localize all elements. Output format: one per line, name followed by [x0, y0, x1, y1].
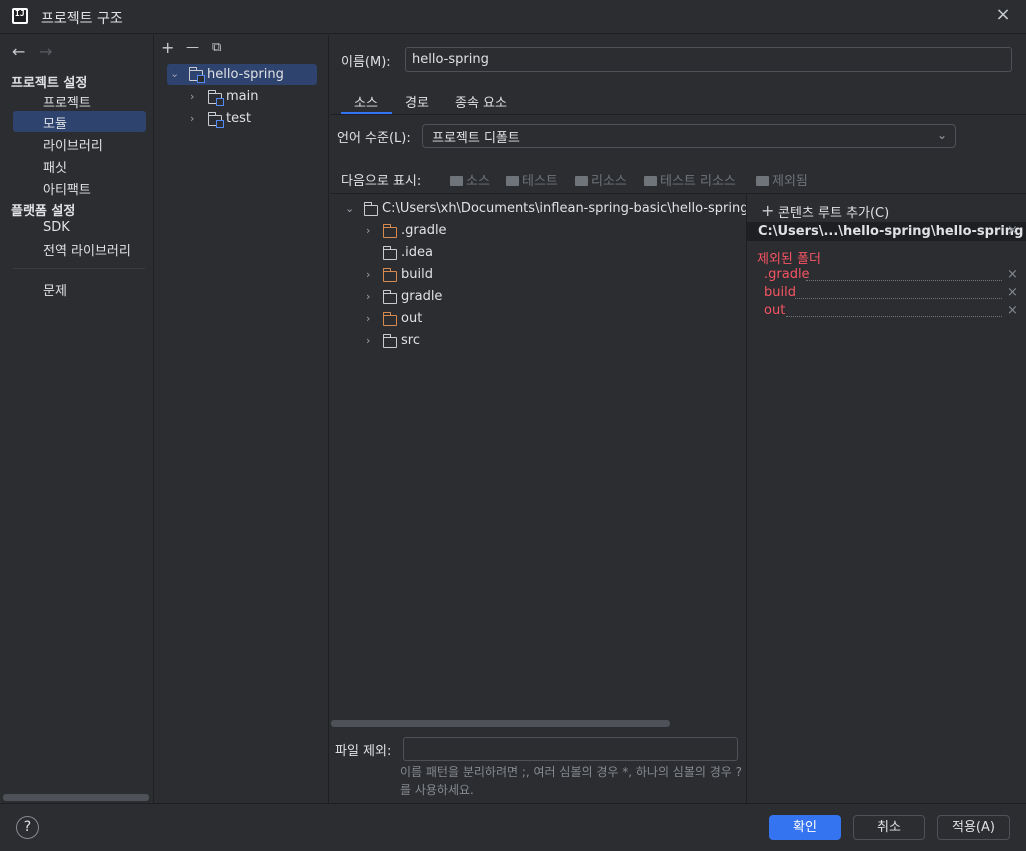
module-folder-icon — [188, 67, 205, 83]
tab-paths[interactable]: 경로 — [405, 92, 429, 111]
ok-button[interactable]: 확인 — [769, 815, 841, 840]
nav-item-global-libraries[interactable]: 전역 라이브러리 — [43, 240, 131, 259]
excluded-folder-item: .gradle — [764, 267, 810, 282]
mark-tests-button[interactable]: 테스트 — [506, 170, 558, 189]
window-title: 프로젝트 구조 — [41, 11, 123, 27]
remove-excluded-icon[interactable]: × — [1007, 267, 1018, 282]
folder-icon — [382, 246, 397, 260]
excluded-folders-title: 제외된 폴더 — [757, 252, 821, 267]
name-label: 이름(M): — [341, 55, 391, 70]
exclude-files-label: 파일 제외: — [335, 744, 392, 759]
nav-item-artifacts[interactable]: 아티팩트 — [43, 179, 91, 198]
copy-icon[interactable]: ⧉ — [212, 40, 221, 55]
folder-icon — [450, 176, 463, 186]
mark-sources-button[interactable]: 소스 — [450, 170, 490, 189]
nav-item-modules[interactable]: 모듈 — [43, 113, 67, 132]
exclude-hint: 이름 패턴을 분리하려면 ;, 여러 심볼의 경우 *, 하나의 심볼의 경우 … — [400, 765, 743, 797]
nav-item-sdk[interactable]: SDK — [43, 220, 70, 235]
exclude-files-input[interactable] — [403, 737, 738, 761]
folder-item[interactable]: src — [401, 333, 420, 348]
nav-selection — [13, 111, 146, 132]
chevron-down-icon[interactable]: ⌄ — [345, 202, 354, 215]
remove-excluded-icon[interactable]: × — [1007, 285, 1018, 300]
folder-item[interactable]: out — [401, 311, 422, 326]
section-platform-settings: 플랫폼 설정 — [11, 204, 76, 219]
dotted-leader — [795, 298, 1002, 299]
add-icon[interactable]: + — [161, 38, 174, 57]
back-arrow-icon[interactable]: ← — [12, 42, 25, 61]
content-root-path-label: C:\Users\...\hello-spring\hello-spring — [758, 224, 1024, 239]
excluded-folder-icon — [382, 224, 397, 238]
title-bar — [0, 0, 1026, 34]
tab-sources[interactable]: 소스 — [354, 92, 378, 111]
nav-scrollbar[interactable] — [3, 794, 149, 801]
language-level-label: 언어 수준(L): — [337, 131, 411, 146]
folder-item[interactable]: .gradle — [401, 223, 447, 238]
chevron-right-icon[interactable]: › — [366, 334, 370, 347]
remove-icon[interactable]: — — [186, 40, 199, 55]
chevron-right-icon[interactable]: › — [190, 90, 194, 103]
mark-resources-button[interactable]: 리소스 — [575, 170, 627, 189]
add-content-root-button[interactable]: 콘텐츠 루트 추가(C) — [778, 202, 889, 221]
module-name-input[interactable] — [405, 47, 1012, 72]
folder-icon — [575, 176, 588, 186]
source-set-folder-icon — [207, 90, 224, 106]
chevron-right-icon[interactable]: › — [366, 290, 370, 303]
excluded-folder-icon — [382, 312, 397, 326]
forward-arrow-icon[interactable]: → — [39, 42, 52, 61]
folder-icon — [382, 290, 397, 304]
excluded-folder-item: build — [764, 285, 796, 300]
dotted-leader — [806, 280, 1002, 281]
close-icon[interactable]: × — [995, 6, 1011, 24]
help-button[interactable]: ? — [16, 816, 39, 839]
panel-divider — [746, 194, 747, 803]
module-child-test[interactable]: test — [226, 111, 251, 126]
folder-icon — [756, 176, 769, 186]
folder-icon — [382, 334, 397, 348]
nav-divider — [13, 268, 145, 269]
mark-test-resources-button[interactable]: 테스트 리소스 — [644, 170, 736, 189]
folder-icon — [644, 176, 657, 186]
nav-item-problems[interactable]: 문제 — [43, 280, 67, 299]
apply-button[interactable]: 적용(A) — [937, 815, 1010, 840]
folder-icon — [363, 202, 378, 216]
chevron-down-icon[interactable]: ⌄ — [170, 67, 179, 80]
folder-icon — [506, 176, 519, 186]
language-level-value: 프로젝트 디폴트 — [432, 131, 520, 146]
chevron-right-icon[interactable]: › — [366, 312, 370, 325]
remove-excluded-icon[interactable]: × — [1007, 303, 1018, 318]
mark-excluded-button[interactable]: 제외됨 — [756, 170, 808, 189]
chevron-right-icon[interactable]: › — [190, 112, 194, 125]
nav-item-libraries[interactable]: 라이브러리 — [43, 135, 103, 154]
chevron-right-icon[interactable]: › — [366, 224, 370, 237]
excluded-folder-item: out — [764, 303, 786, 318]
chevron-right-icon[interactable]: › — [366, 268, 370, 281]
tabs-divider — [330, 114, 1026, 115]
remove-root-icon[interactable]: × — [1007, 223, 1018, 238]
tab-dependencies[interactable]: 종속 요소 — [455, 92, 507, 111]
source-set-folder-icon — [207, 112, 224, 128]
language-level-dropdown[interactable]: 프로젝트 디폴트 ⌄ — [422, 124, 956, 148]
module-tree-panel — [155, 35, 329, 803]
excluded-folder-icon — [382, 268, 397, 282]
chevron-down-icon: ⌄ — [936, 128, 947, 142]
intellij-logo-icon: IJ — [12, 8, 28, 24]
dotted-leader — [786, 316, 1002, 317]
module-child-main[interactable]: main — [226, 89, 258, 104]
nav-item-project[interactable]: 프로젝트 — [43, 92, 91, 111]
add-icon[interactable]: + — [761, 201, 774, 220]
mark-as-label: 다음으로 표시: — [341, 174, 422, 189]
folder-item[interactable]: gradle — [401, 289, 442, 304]
folder-item[interactable]: .idea — [401, 245, 433, 260]
tree-horizontal-scrollbar[interactable] — [331, 720, 670, 727]
nav-item-facets[interactable]: 패싯 — [43, 157, 67, 176]
mark-as-divider — [330, 193, 1026, 194]
module-root[interactable]: hello-spring — [207, 67, 284, 82]
content-root-path[interactable]: C:\Users\xh\Documents\inflean-spring-bas… — [382, 201, 746, 216]
folder-item[interactable]: build — [401, 267, 433, 282]
cancel-button[interactable]: 취소 — [853, 815, 925, 840]
section-project-settings: 프로젝트 설정 — [11, 76, 88, 91]
